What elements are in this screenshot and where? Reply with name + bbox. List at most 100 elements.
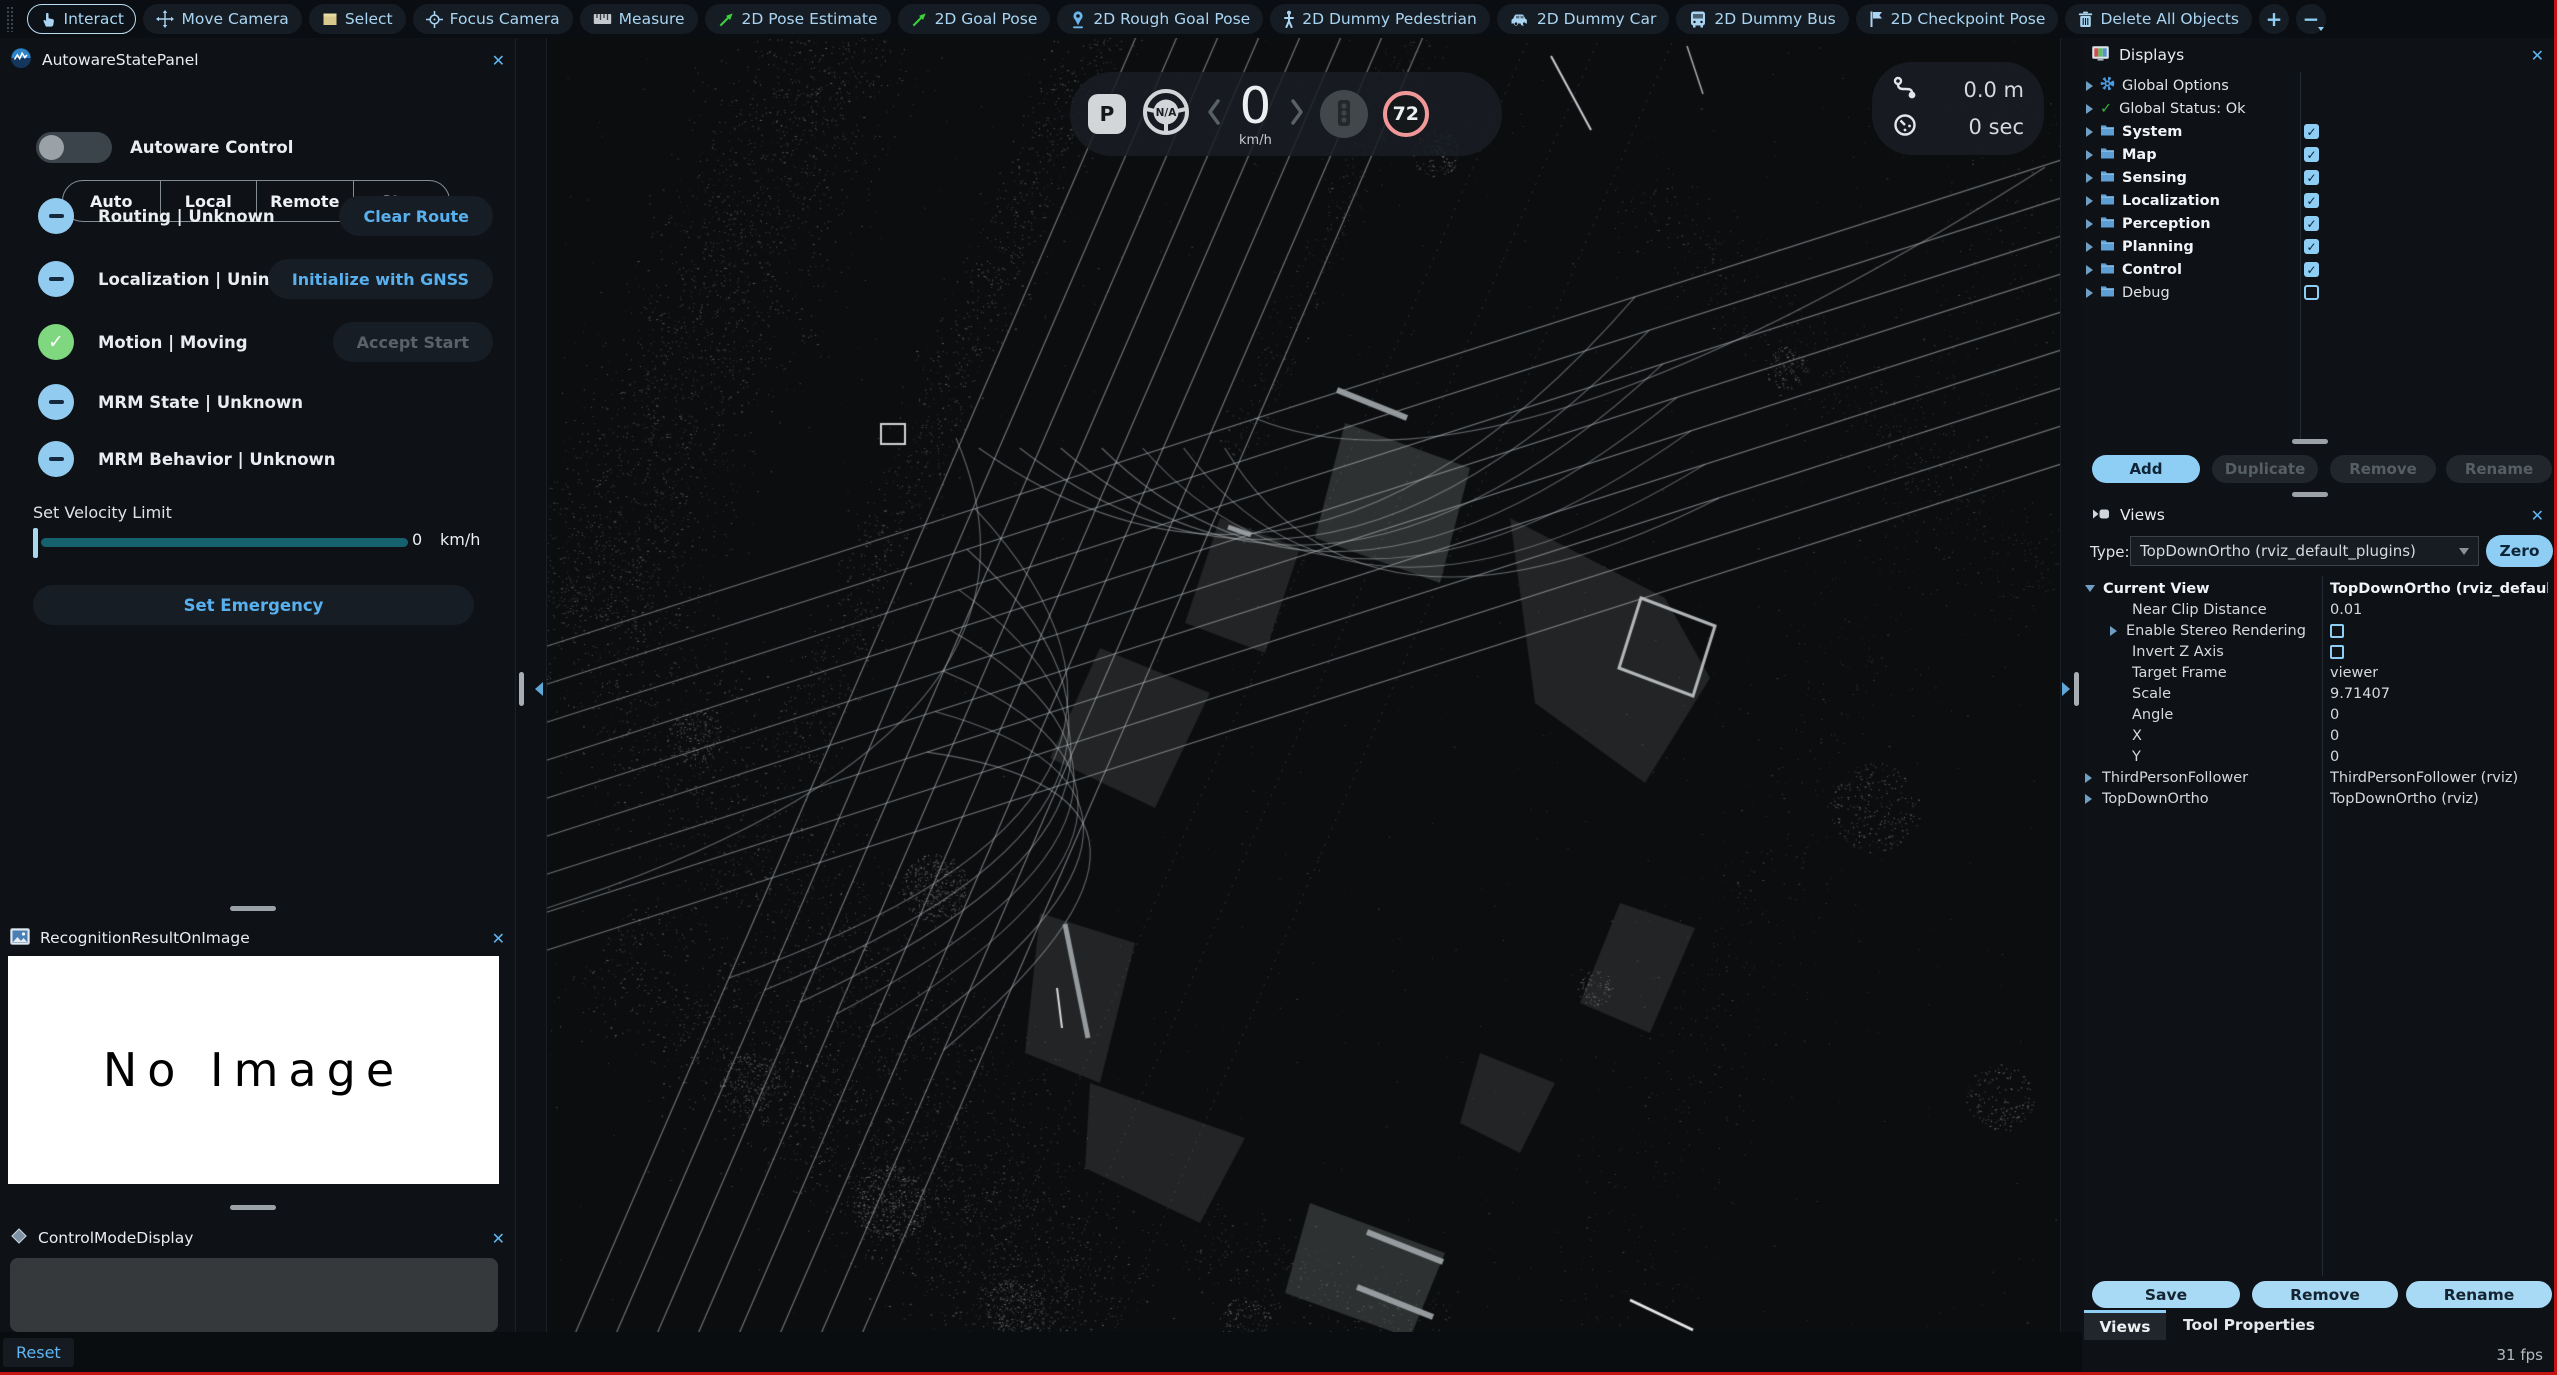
expand-arrow-icon[interactable] [2086, 196, 2093, 206]
view-row-x[interactable]: X 0 [2082, 725, 2552, 746]
chevron-right-icon[interactable] [1289, 97, 1305, 131]
initialize-gnss-button[interactable]: Initialize with GNSS [268, 259, 493, 299]
panel-resize-handle[interactable] [2292, 439, 2328, 444]
display-item-planning[interactable]: Planning [2084, 235, 2194, 258]
remove-view-button[interactable]: Remove [2252, 1281, 2398, 1308]
expand-arrow-icon[interactable] [2086, 173, 2093, 183]
tool-2d-dummy-bus[interactable]: 2D Dummy Bus [1676, 4, 1848, 34]
tool-delete-all-objects[interactable]: Delete All Objects [2065, 4, 2252, 34]
tool-2d-goal-pose[interactable]: 2D Goal Pose [898, 4, 1051, 34]
velocity-slider-handle[interactable] [33, 528, 38, 558]
toolbar-drag-handle[interactable] [6, 6, 15, 32]
set-emergency-button[interactable]: Set Emergency [33, 585, 474, 625]
view-row-y[interactable]: Y 0 [2082, 746, 2552, 767]
display-checkbox-sensing[interactable]: ✓ [2304, 170, 2319, 185]
remove-tool-button[interactable]: − [2296, 4, 2326, 34]
display-item-localization[interactable]: Localization [2084, 189, 2220, 212]
invert-z-checkbox[interactable] [2330, 645, 2344, 659]
rename-view-button[interactable]: Rename [2406, 1281, 2552, 1308]
expand-arrow-icon[interactable] [2086, 288, 2093, 298]
focus-camera-icon [426, 11, 443, 28]
tab-tool-properties[interactable]: Tool Properties [2174, 1310, 2324, 1340]
view-row-scale[interactable]: Scale 9.71407 [2082, 683, 2552, 704]
expand-arrow-icon[interactable] [2086, 242, 2093, 252]
duplicate-display-button[interactable]: Duplicate [2212, 455, 2318, 483]
save-view-button[interactable]: Save [2092, 1281, 2240, 1308]
remove-display-button[interactable]: Remove [2330, 455, 2436, 483]
view-type-dropdown[interactable]: TopDownOrtho (rviz_default_plugins) [2130, 536, 2479, 566]
display-checkbox-perception[interactable]: ✓ [2304, 216, 2319, 231]
view-row-invert-z[interactable]: Invert Z Axis [2082, 641, 2552, 662]
interact-hand-icon [40, 11, 57, 28]
tool-2d-pose-estimate[interactable]: 2D Pose Estimate [705, 4, 891, 34]
display-item-debug[interactable]: Debug [2084, 281, 2170, 304]
tool-measure[interactable]: Measure [580, 4, 698, 34]
tab-views[interactable]: Views [2084, 1310, 2166, 1340]
display-item-global-options[interactable]: Global Options [2084, 74, 2229, 97]
expand-arrow-icon[interactable] [2086, 81, 2093, 91]
tool-focus-camera[interactable]: Focus Camera [413, 4, 573, 34]
splitter-handle[interactable] [519, 672, 524, 706]
clear-route-button[interactable]: Clear Route [339, 196, 493, 236]
zero-button[interactable]: Zero [2486, 535, 2553, 567]
panel-resize-handle[interactable] [230, 1205, 276, 1210]
tool-move-camera[interactable]: Move Camera [143, 4, 301, 34]
display-checkbox-debug[interactable] [2304, 285, 2319, 300]
display-item-map[interactable]: Map [2084, 143, 2157, 166]
close-icon[interactable]: ✕ [2531, 506, 2544, 525]
collapse-right-icon[interactable] [2062, 682, 2070, 696]
display-checkbox-control[interactable]: ✓ [2304, 262, 2319, 277]
display-checkbox-planning[interactable]: ✓ [2304, 239, 2319, 254]
close-icon[interactable]: ✕ [492, 929, 505, 948]
expand-arrow-icon[interactable] [2086, 219, 2093, 229]
expand-arrow-icon[interactable] [2086, 150, 2093, 160]
autoware-control-toggle[interactable] [36, 132, 112, 163]
close-icon[interactable]: ✕ [492, 51, 505, 70]
expand-arrow-icon[interactable] [2086, 127, 2093, 137]
add-tool-button[interactable]: + [2259, 4, 2289, 34]
tool-2d-dummy-pedestrian[interactable]: 2D Dummy Pedestrian [1270, 4, 1490, 34]
tool-2d-dummy-car[interactable]: 2D Dummy Car [1497, 4, 1669, 34]
view-row-target-frame[interactable]: Target Frame viewer [2082, 662, 2552, 683]
display-item-control[interactable]: Control [2084, 258, 2182, 281]
expand-arrow-icon[interactable] [2085, 773, 2092, 783]
panel-resize-handle[interactable] [2292, 492, 2328, 497]
tool-interact[interactable]: Interact [27, 4, 136, 34]
view-row-angle[interactable]: Angle 0 [2082, 704, 2552, 725]
splitter-handle[interactable] [2074, 672, 2079, 706]
3d-viewport[interactable]: P N/A 0 km/h 72 0.0 m 0 sec [545, 38, 2060, 1332]
tool-select[interactable]: Select [309, 4, 406, 34]
view-row-stereo[interactable]: Enable Stereo Rendering [2082, 620, 2552, 641]
rename-display-button[interactable]: Rename [2446, 455, 2552, 483]
panel-resize-handle[interactable] [230, 906, 276, 911]
display-checkbox-localization[interactable]: ✓ [2304, 193, 2319, 208]
stereo-checkbox[interactable] [2330, 624, 2344, 638]
close-icon[interactable]: ✕ [2531, 46, 2544, 65]
right-splitter[interactable] [2060, 38, 2084, 1332]
view-row-third-person[interactable]: ThirdPersonFollower ThirdPersonFollower … [2082, 767, 2552, 788]
collapse-arrow-icon[interactable] [2085, 585, 2095, 592]
tool-2d-rough-goal-pose[interactable]: 2D Rough Goal Pose [1057, 4, 1263, 34]
tool-2d-checkpoint-pose[interactable]: 2D Checkpoint Pose [1856, 4, 2059, 34]
add-display-button[interactable]: Add [2092, 455, 2200, 483]
collapse-left-icon[interactable] [535, 682, 543, 696]
reset-button[interactable]: Reset [3, 1338, 74, 1367]
display-checkbox-map[interactable]: ✓ [2304, 147, 2319, 162]
expand-arrow-icon[interactable] [2085, 794, 2092, 804]
display-item-sensing[interactable]: Sensing [2084, 166, 2187, 189]
chevron-left-icon[interactable] [1206, 97, 1222, 131]
display-item-perception[interactable]: Perception [2084, 212, 2211, 235]
expand-arrow-icon[interactable] [2086, 265, 2093, 275]
view-row-near-clip[interactable]: Near Clip Distance 0.01 [2082, 599, 2552, 620]
left-splitter[interactable] [515, 38, 547, 1332]
accept-start-button[interactable]: Accept Start [333, 322, 493, 362]
view-row-current-view[interactable]: Current View TopDownOrtho (rviz_default_… [2082, 578, 2552, 599]
expand-arrow-icon[interactable] [2086, 104, 2093, 114]
view-row-topdownortho[interactable]: TopDownOrtho TopDownOrtho (rviz) [2082, 788, 2552, 809]
display-item-global-status[interactable]: ✓ Global Status: Ok [2084, 97, 2246, 120]
display-checkbox-system[interactable]: ✓ [2304, 124, 2319, 139]
close-icon[interactable]: ✕ [492, 1229, 505, 1248]
expand-arrow-icon[interactable] [2110, 626, 2117, 636]
display-item-system[interactable]: System [2084, 120, 2182, 143]
velocity-slider-track[interactable] [41, 538, 408, 547]
